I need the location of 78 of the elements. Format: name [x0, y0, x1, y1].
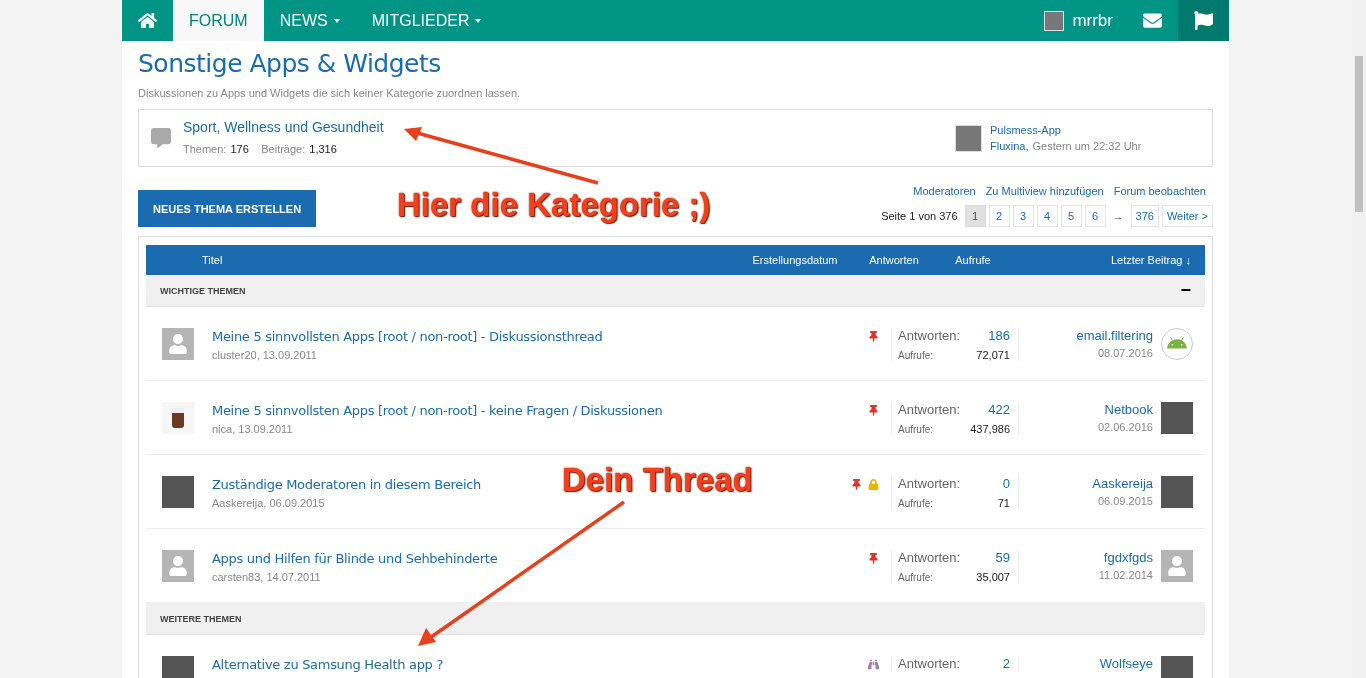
category-link[interactable]: Sport, Wellness und Gesundheit — [183, 119, 943, 135]
last-post-date: 06.09.2015 — [1097, 495, 1153, 507]
column-header[interactable]: Titel — [202, 254, 742, 266]
views-label: Aufrufe: — [898, 350, 935, 361]
last-poster-link[interactable]: Wolfseye — [1099, 656, 1153, 671]
replies-count[interactable]: 0 — [997, 476, 1010, 491]
thread-title[interactable]: Meine 5 sinnvollsten Apps [root / non-root] - Diskussionsthread — [212, 329, 603, 344]
views-count: 35,007 — [976, 571, 1010, 583]
nav-tab[interactable]: NEWS — [263, 0, 356, 41]
thread-meta: nica, 13.09.2011 — [212, 423, 294, 435]
views-count: 437,986 — [970, 423, 1010, 435]
flag-icon[interactable] — [1178, 0, 1229, 41]
user-link[interactable]: Fluxina, — [990, 140, 1029, 152]
views-count: 71 — [997, 497, 1010, 509]
replies-label: Antworten: — [898, 402, 962, 417]
new-thread-button[interactable]: NEUES THEMA ERSTELLEN — [138, 190, 317, 227]
last-post-date: 11.02.2014 — [1098, 569, 1153, 581]
thread-title[interactable]: Alternative zu Samsung Health app ? — [212, 657, 443, 672]
page-info: Seite 1 von 376 — [881, 210, 958, 222]
last-poster-link[interactable]: email.filtering — [1076, 328, 1153, 343]
annotation-text: Hier die Kategorie ;) — [397, 186, 711, 224]
forum-link[interactable]: Zu Multiview hinzufügen — [985, 185, 1104, 197]
annotation-text: Dein Thread — [562, 461, 753, 499]
page-button[interactable]: 2 — [988, 205, 1010, 227]
page-button[interactable]: 6 — [1084, 205, 1106, 227]
group-label: WEITERE THEMEN — [160, 613, 242, 624]
username-link[interactable]: mrrbr — [1072, 10, 1113, 31]
page-title: Sonstige Apps & Widgets — [138, 49, 442, 78]
views-label: Aufrufe: — [898, 572, 935, 583]
user-avatar — [1044, 10, 1065, 31]
replies-count[interactable]: 59 — [976, 550, 1010, 565]
page-button[interactable]: 4 — [1036, 205, 1058, 227]
stat-value: 1,316 — [309, 143, 337, 155]
thread-title[interactable]: Apps und Hilfen für Blinde und Sehbehinderte — [212, 551, 498, 566]
replies-label: Antworten: — [898, 656, 962, 671]
stat-value: 176 — [230, 143, 249, 155]
thread-title[interactable]: Zuständige Moderatoren in diesem Bereich — [212, 477, 482, 492]
column-header[interactable]: Erstellungsdatum — [742, 254, 862, 266]
views-label: Aufrufe: — [898, 424, 935, 435]
thread-title[interactable]: Meine 5 sinnvollsten Apps [root / non-root] - keine Fragen / Diskussionen — [212, 403, 663, 418]
page-button[interactable]: 5 — [1060, 205, 1082, 227]
thread-meta: carsten83, 14.07.2011 — [212, 571, 322, 583]
last-poster-link[interactable]: Netbook — [1104, 402, 1153, 417]
column-header[interactable]: Letzter Beitrag ↓ — [1020, 254, 1205, 266]
replies-label: Antworten: — [898, 550, 962, 565]
nav-tab[interactable]: FORUM — [173, 0, 264, 41]
thread-link[interactable]: Pulsmess-App — [990, 124, 1142, 136]
replies-label: Antworten: — [898, 328, 962, 343]
next-button[interactable]: Weiter > — [1161, 205, 1213, 227]
column-header[interactable]: Aufrufe — [940, 254, 1020, 266]
thread-meta: cluster20, 13.09.2011 — [212, 349, 318, 361]
forum-link[interactable]: Moderatoren — [913, 185, 976, 197]
last-post-date: 02.06.2016 — [1097, 421, 1153, 433]
page-gap: → — [1112, 210, 1124, 222]
page-button[interactable]: 1 — [964, 205, 986, 227]
last-poster-link[interactable]: Aaskereija — [1092, 476, 1153, 491]
page-description: Diskussionen zu Apps und Widgets die sich keiner Kategorie zuordnen lassen. — [138, 87, 522, 99]
thread-thumbnail — [955, 124, 982, 152]
column-header[interactable]: Antworten — [862, 254, 940, 266]
replies-count[interactable]: 2 — [1002, 656, 1010, 671]
stat-label: Themen: — [183, 143, 227, 155]
last-post-date: 08.07.2016 — [1097, 347, 1153, 359]
replies-count[interactable]: 186 — [976, 328, 1010, 343]
page-button[interactable]: 3 — [1012, 205, 1034, 227]
nav-tab[interactable]: MITGLIEDER — [355, 0, 498, 41]
page-button[interactable]: 376 — [1130, 205, 1159, 227]
views-count: 72,071 — [976, 349, 1010, 361]
forum-link[interactable]: Forum beobachten — [1113, 185, 1206, 197]
views-label: Aufrufe: — [898, 498, 935, 509]
last-poster-link[interactable]: fgdxfgds — [1103, 550, 1153, 565]
group-label: WICHTIGE THEMEN — [160, 285, 246, 296]
replies-count[interactable]: 422 — [970, 402, 1010, 417]
collapse-button[interactable]: − — [1180, 280, 1191, 301]
stat-label: Beiträge: — [261, 143, 306, 155]
replies-label: Antworten: — [898, 476, 962, 491]
thread-meta: Aaskereija, 06.09.2015 — [212, 497, 326, 509]
post-time: Gestern um 22:32 Uhr — [1032, 140, 1142, 152]
comment-icon — [151, 128, 171, 148]
